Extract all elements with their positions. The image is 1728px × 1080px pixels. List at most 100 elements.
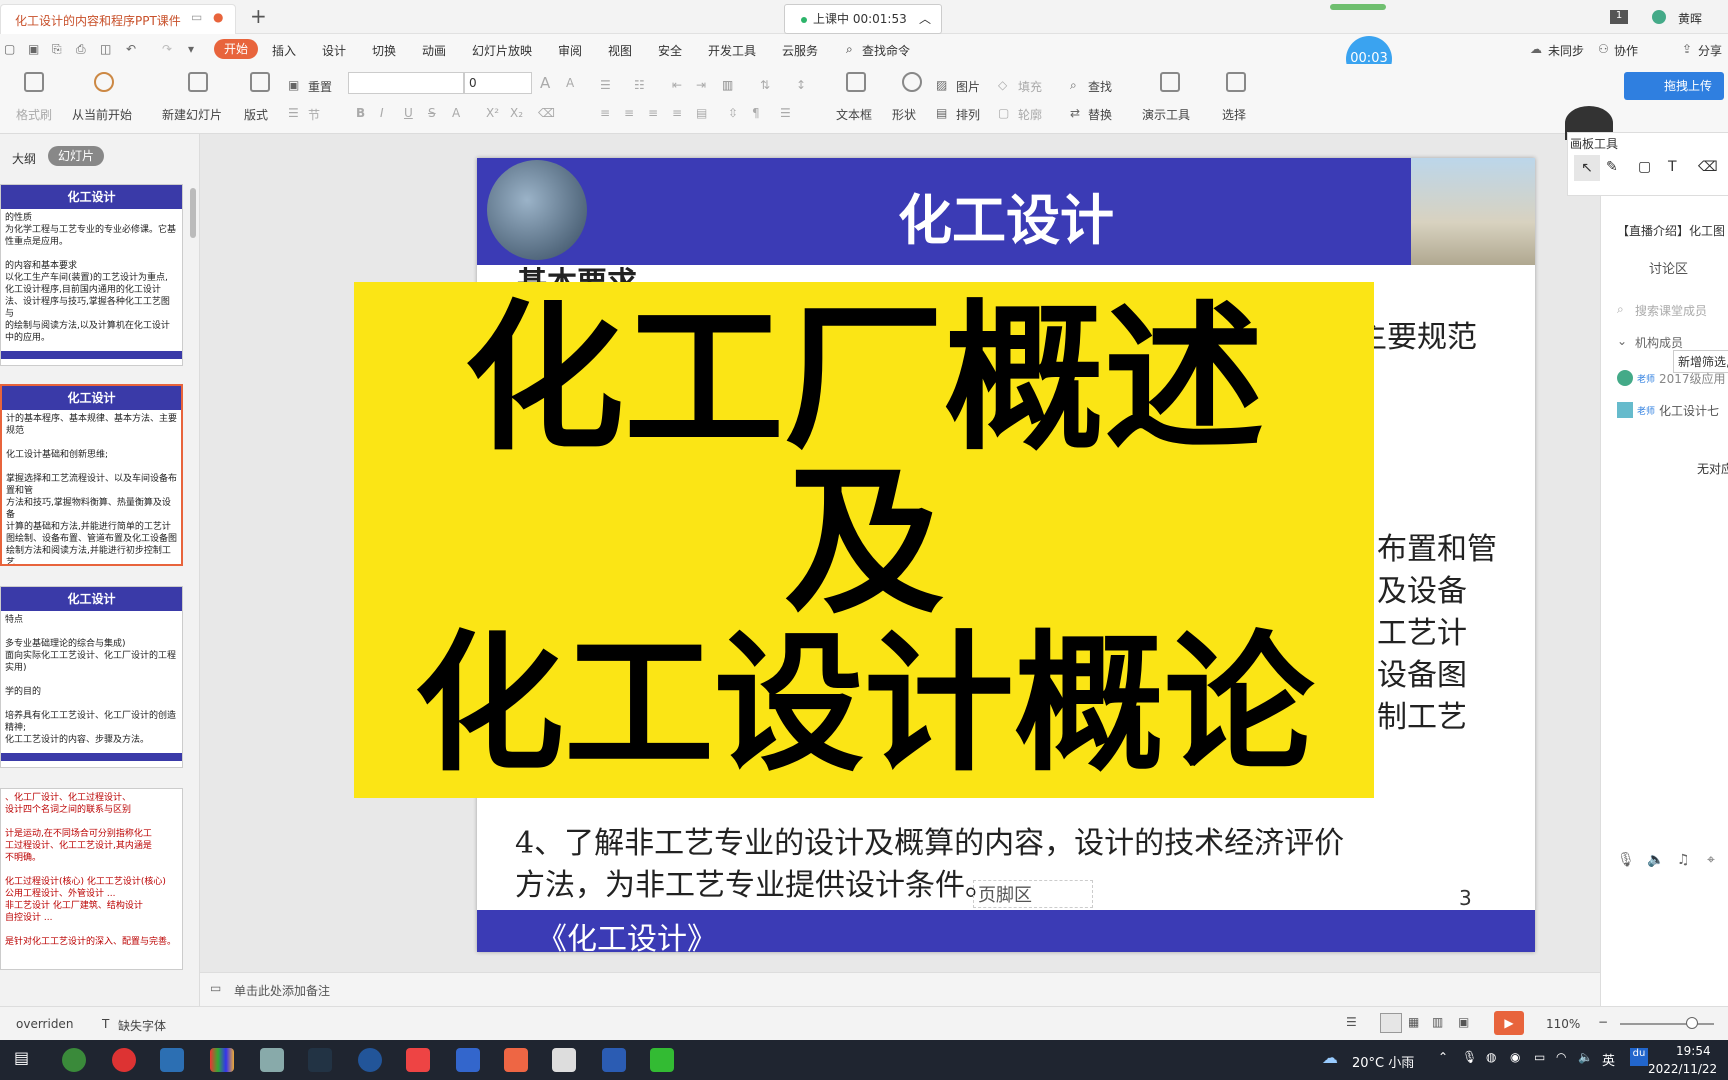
panel-scrollbar[interactable] xyxy=(190,188,196,238)
text-icon[interactable]: T xyxy=(1668,159,1677,175)
text-direction-icon[interactable]: ⇅ xyxy=(760,78,770,92)
pointer-icon[interactable]: ↖ xyxy=(1574,155,1600,181)
word-icon[interactable] xyxy=(602,1048,626,1072)
grow-font-icon[interactable]: A xyxy=(540,74,550,92)
preview-icon[interactable]: ◫ xyxy=(100,42,111,56)
tab-animation[interactable]: 动画 xyxy=(422,42,446,59)
paragraph-icon[interactable]: ¶ xyxy=(752,106,760,120)
pdf-icon[interactable] xyxy=(406,1048,430,1072)
live-intro[interactable]: 【直播介绍】化工图 xyxy=(1617,222,1725,239)
volume-icon[interactable]: 🔈 xyxy=(1578,1050,1593,1064)
picture-button[interactable]: 图片 xyxy=(956,78,980,95)
subscript-icon[interactable]: X₂ xyxy=(510,106,523,120)
font-name-input[interactable] xyxy=(348,72,464,94)
search-app-icon[interactable] xyxy=(112,1048,136,1072)
columns-icon[interactable]: ▥ xyxy=(722,78,733,92)
replace-button[interactable]: 替换 xyxy=(1088,106,1112,123)
outline-button[interactable]: 轮廓 xyxy=(1018,106,1042,123)
reset-button[interactable]: 重置 xyxy=(308,78,332,95)
strikethrough-icon[interactable]: S xyxy=(428,106,436,120)
clock-date[interactable]: 2022/11/22 xyxy=(1648,1062,1717,1076)
chevron-up-icon[interactable]: ︿ xyxy=(919,5,931,33)
sorter-view-icon[interactable]: ▦ xyxy=(1408,1015,1419,1029)
tray-arrow-icon[interactable]: ⌃ xyxy=(1438,1050,1448,1064)
customize-icon[interactable]: ▾ xyxy=(188,42,194,56)
section-icon[interactable]: ☰ xyxy=(288,106,299,120)
tab-slideshow[interactable]: 幻灯片放映 xyxy=(472,42,532,59)
tab-start[interactable]: 开始 xyxy=(214,39,258,59)
tab-review[interactable]: 审阅 xyxy=(558,42,582,59)
tab-view[interactable]: 视图 xyxy=(608,42,632,59)
org-members[interactable]: 机构成员 xyxy=(1635,334,1683,351)
pen-icon[interactable]: ✎ xyxy=(1606,159,1618,175)
normal-view-icon[interactable] xyxy=(1380,1013,1402,1033)
zoom-slider-thumb[interactable] xyxy=(1686,1017,1698,1029)
tab-design[interactable]: 设计 xyxy=(322,42,346,59)
section-button[interactable]: 节 xyxy=(308,106,320,123)
cloud-app-icon[interactable] xyxy=(552,1048,576,1072)
weather-text[interactable]: 20°C 小雨 xyxy=(1352,1052,1414,1071)
missing-font-button[interactable]: 缺失字体 xyxy=(118,1017,166,1034)
app-tray-icon[interactable]: ◉ xyxy=(1510,1050,1520,1064)
indent-icon[interactable]: ⇥ xyxy=(696,78,706,92)
recycle-icon[interactable] xyxy=(260,1048,284,1072)
replace-icon[interactable]: ⇄ xyxy=(1070,106,1080,120)
notes-placeholder[interactable]: 单击此处添加备注 xyxy=(234,982,330,999)
fill-button[interactable]: 填充 xyxy=(1018,78,1042,95)
user-name[interactable]: 黄晖 xyxy=(1678,10,1702,27)
picture-icon[interactable]: ▨ xyxy=(936,78,947,92)
slide-thumb-3[interactable]: 化工设计 特点 多专业基础理论的综合与集成) 面向实际化工工艺设计、化工厂设计的… xyxy=(0,586,183,768)
ime-indicator[interactable]: 英 xyxy=(1602,1050,1615,1069)
font-color-icon[interactable]: A xyxy=(452,106,460,120)
tab-security[interactable]: 安全 xyxy=(658,42,682,59)
slide-thumb-1[interactable]: 化工设计 的性质 为化学工程与工艺专业的专业必修课。它基 性重点是应用。 的内容… xyxy=(0,184,183,366)
arrange-button[interactable]: 排列 xyxy=(956,106,980,123)
member-name[interactable]: 2017级应用 xyxy=(1659,370,1726,387)
app-circle-icon[interactable] xyxy=(358,1048,382,1072)
new-slide-icon[interactable] xyxy=(188,72,208,92)
layout-icon[interactable] xyxy=(250,72,270,92)
find-button[interactable]: 查找 xyxy=(1088,78,1112,95)
mic-tray-icon[interactable]: 🎙 xyxy=(1462,1050,1477,1064)
share-button[interactable]: 分享 xyxy=(1698,42,1722,59)
location-icon[interactable]: ⌖ xyxy=(1707,852,1715,868)
battery-icon[interactable]: ▭ xyxy=(1534,1050,1545,1064)
outline-icon[interactable]: ▢ xyxy=(998,106,1009,120)
arrange-icon[interactable]: ▤ xyxy=(936,106,947,120)
bullet-list-icon[interactable]: ☰ xyxy=(600,78,611,92)
vertical-align-icon[interactable]: ⇳ xyxy=(728,106,738,120)
shrink-font-icon[interactable]: A xyxy=(566,76,574,90)
monitor-icon[interactable]: ▭ xyxy=(191,10,202,24)
superscript-icon[interactable]: X² xyxy=(486,106,499,120)
search-command[interactable]: 查找命令 xyxy=(862,42,910,59)
music-icon[interactable]: ♫ xyxy=(1677,852,1690,868)
browser-icon[interactable] xyxy=(62,1048,86,1072)
search-icon[interactable]: ⌕ xyxy=(846,42,853,57)
textbox-icon[interactable] xyxy=(846,72,866,92)
notification-badge[interactable]: 1 xyxy=(1610,10,1628,24)
zoom-level[interactable]: 110% xyxy=(1546,1017,1580,1031)
tab-transition[interactable]: 切换 xyxy=(372,42,396,59)
present-tools-icon[interactable] xyxy=(1160,72,1180,92)
task-view-icon[interactable]: ▤ xyxy=(14,1048,29,1067)
underline-icon[interactable]: U xyxy=(404,106,413,120)
member-search-input[interactable]: 搜索课堂成员 xyxy=(1635,302,1707,319)
print-icon[interactable]: ⎙ xyxy=(76,42,86,57)
sync-status[interactable]: 未同步 xyxy=(1548,42,1584,59)
reset-icon[interactable]: ▣ xyxy=(288,78,299,92)
from-current-button[interactable]: 从当前开始 xyxy=(72,106,132,123)
clear-format-icon[interactable]: ⌫ xyxy=(538,106,555,120)
notes-bar[interactable]: ▭ 单击此处添加备注 xyxy=(200,972,1600,1006)
list-view-icon[interactable]: ☰ xyxy=(1346,1015,1357,1029)
collab-button[interactable]: 协作 xyxy=(1614,42,1638,59)
member-name[interactable]: 化工设计七 xyxy=(1659,402,1719,419)
eraser-icon[interactable]: ⌫ xyxy=(1698,159,1718,175)
new-tab-button[interactable]: + xyxy=(250,4,267,28)
find-icon[interactable]: ⌕ xyxy=(1070,78,1077,93)
format-brush-icon[interactable] xyxy=(24,72,44,92)
bold-icon[interactable]: B xyxy=(356,106,365,120)
format-brush-label[interactable]: 格式刷 xyxy=(16,106,52,123)
slide-thumb-4[interactable]: 、化工厂设计、化工过程设计、 设计四个名词之间的联系与区别 计是运动,在不同场合… xyxy=(0,788,183,970)
app-grid-icon[interactable] xyxy=(210,1048,234,1072)
app-a-icon[interactable] xyxy=(160,1048,184,1072)
